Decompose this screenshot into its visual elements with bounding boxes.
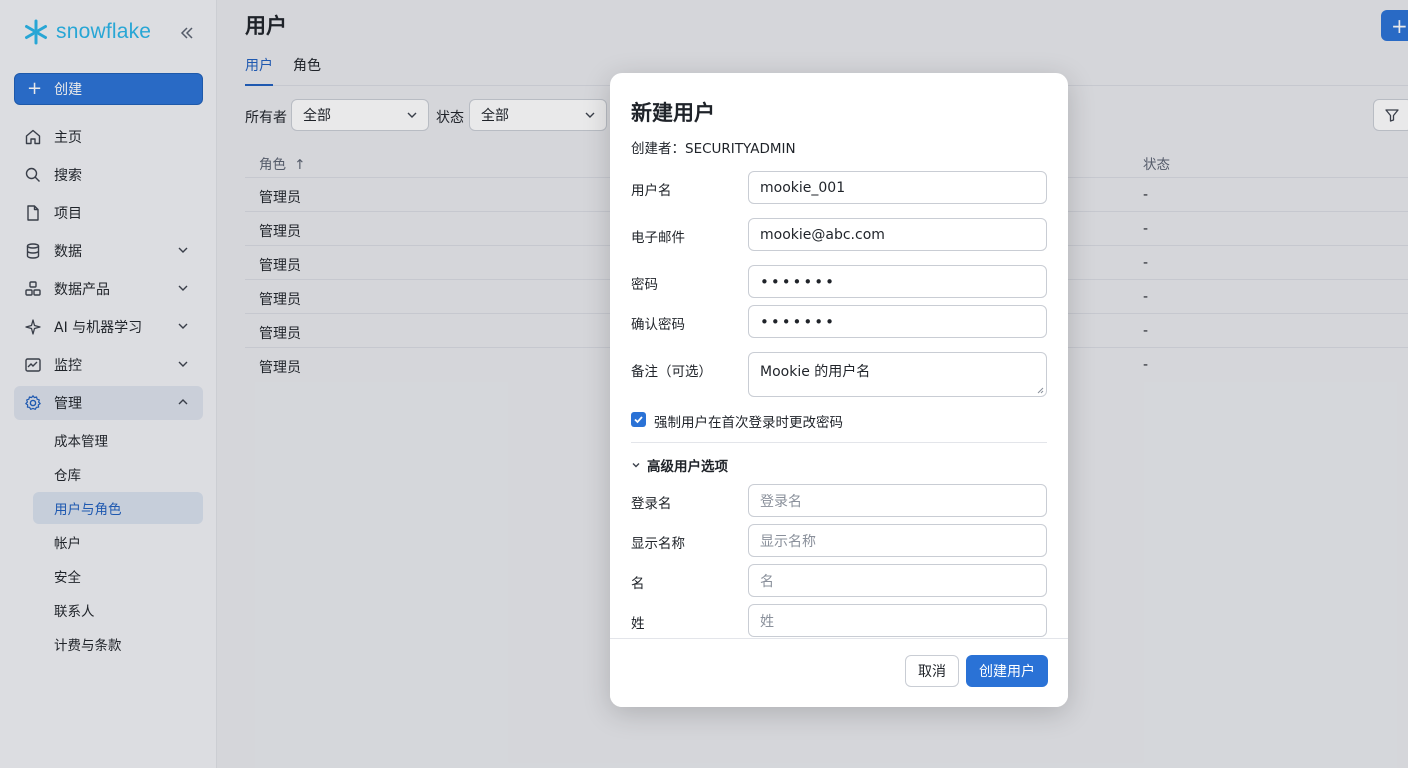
advanced-options-toggle[interactable]: 高级用户选项 xyxy=(631,455,728,475)
section-divider xyxy=(631,442,1047,443)
force-password-change-label[interactable]: 强制用户在首次登录时更改密码 xyxy=(654,411,843,431)
display-name-label: 显示名称 xyxy=(631,536,685,552)
create-user-button[interactable]: 创建用户 xyxy=(966,655,1048,687)
email-input[interactable]: mookie@abc.com xyxy=(748,218,1047,251)
note-value: Mookie 的用户名 xyxy=(760,364,871,380)
display-name-input[interactable]: 显示名称 xyxy=(748,524,1047,557)
checkmark-icon xyxy=(634,416,643,424)
chevron-down-icon xyxy=(632,463,640,468)
first-name-input[interactable]: 名 xyxy=(748,564,1047,597)
cancel-button[interactable]: 取消 xyxy=(905,655,959,687)
dialog-creator: 创建者：SECURITYADMIN xyxy=(631,141,796,157)
confirm-password-label: 确认密码 xyxy=(631,317,685,333)
confirm-password-input[interactable]: ••••••• xyxy=(748,305,1047,338)
password-input[interactable]: ••••••• xyxy=(748,265,1047,298)
advanced-options-label: 高级用户选项 xyxy=(647,459,728,475)
email-label: 电子邮件 xyxy=(631,230,685,246)
login-name-input[interactable]: 登录名 xyxy=(748,484,1047,517)
password-label: 密码 xyxy=(631,277,658,293)
login-name-label: 登录名 xyxy=(631,496,672,512)
last-name-input[interactable]: 姓 xyxy=(748,604,1047,637)
username-input[interactable]: mookie_001 xyxy=(748,171,1047,204)
new-user-dialog: 新建用户 创建者：SECURITYADMIN 用户名 mookie_001 电子… xyxy=(610,73,1068,707)
dialog-footer: 取消 创建用户 xyxy=(610,638,1068,707)
dialog-title: 新建用户 xyxy=(631,101,715,125)
note-label: 备注（可选） xyxy=(631,364,712,380)
resize-handle-icon[interactable] xyxy=(1036,386,1044,394)
username-label: 用户名 xyxy=(631,183,672,199)
force-password-change-checkbox[interactable] xyxy=(631,412,646,427)
note-textarea[interactable]: Mookie 的用户名 xyxy=(748,352,1047,397)
last-name-label: 姓 xyxy=(631,616,645,632)
first-name-label: 名 xyxy=(631,576,645,592)
